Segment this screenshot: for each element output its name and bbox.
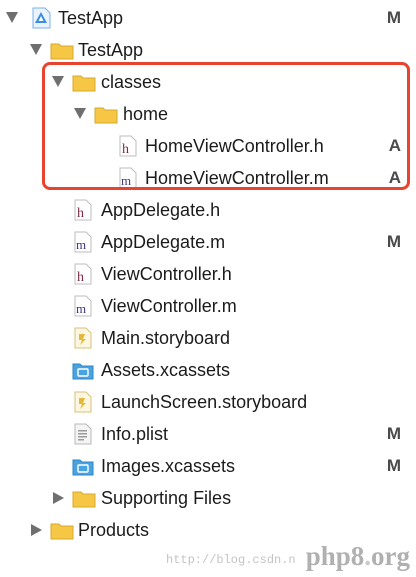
file-name: AppDelegate.m [101, 232, 226, 252]
file-letter: h [77, 270, 84, 285]
file-letter: m [76, 301, 86, 316]
m-file-icon: m [74, 295, 96, 317]
status-badge: M [386, 456, 401, 475]
disclosure-expanded-icon[interactable] [30, 44, 42, 55]
group-name: TestApp [78, 40, 144, 60]
group-name: Supporting Files [101, 488, 232, 508]
file-name: AppDelegate.h [101, 200, 221, 220]
xcode-project-icon [30, 7, 52, 29]
watermark-url: http://blog.csdn.n [166, 553, 296, 567]
disclosure-expanded-icon[interactable] [6, 12, 18, 23]
group-name: Products [78, 520, 150, 540]
tree-row-file-main-storyboard[interactable]: Main.storyboard [0, 322, 416, 354]
file-letter: m [76, 237, 86, 252]
highlight-box [42, 62, 410, 190]
asset-catalog-icon [72, 359, 94, 381]
disclosure-collapsed-icon[interactable] [53, 492, 64, 504]
watermark-brand-main: php8 [305, 541, 365, 571]
folder-icon [50, 39, 74, 61]
file-name: Assets.xcassets [101, 360, 231, 380]
asset-catalog-icon [72, 455, 94, 477]
h-file-icon: h [74, 263, 96, 285]
m-file-icon: m [74, 231, 96, 253]
file-name: ViewController.m [101, 296, 237, 316]
plist-icon [74, 423, 96, 445]
tree-row-file-appdelegate-m[interactable]: m AppDelegate.m M [0, 226, 416, 258]
tree-row-file-launchscreen[interactable]: LaunchScreen.storyboard [0, 386, 416, 418]
file-name: Images.xcassets [101, 456, 236, 476]
tree-row-group-supporting-files[interactable]: Supporting Files [0, 482, 416, 514]
watermark-logo: php8.org [306, 541, 410, 572]
storyboard-icon [74, 391, 96, 413]
tree-row-file-viewcontroller-h[interactable]: h ViewController.h [0, 258, 416, 290]
watermark-brand-dot: . [364, 541, 372, 571]
disclosure-collapsed-icon[interactable] [31, 524, 42, 536]
tree-row-file-viewcontroller-m[interactable]: m ViewController.m [0, 290, 416, 322]
watermark-brand-tld: org [371, 541, 410, 571]
project-navigator: TestApp M TestApp classes home h HomeVie… [0, 0, 416, 577]
tree-row-file-info-plist[interactable]: Info.plist M [0, 418, 416, 450]
tree-row-project[interactable]: TestApp M [0, 2, 416, 34]
file-name: Main.storyboard [101, 328, 231, 348]
file-letter: h [77, 206, 84, 221]
project-name: TestApp [58, 8, 124, 28]
tree-row-file-assets[interactable]: Assets.xcassets [0, 354, 416, 386]
status-badge: M [386, 232, 401, 251]
tree-row-file-images[interactable]: Images.xcassets M [0, 450, 416, 482]
file-name: LaunchScreen.storyboard [101, 392, 308, 412]
file-name: Info.plist [101, 424, 169, 444]
folder-icon [72, 487, 96, 509]
storyboard-icon [74, 327, 96, 349]
file-name: ViewController.h [101, 264, 232, 284]
status-badge: M [386, 8, 401, 27]
tree-row-file-appdelegate-h[interactable]: h AppDelegate.h [0, 194, 416, 226]
folder-icon [50, 519, 74, 541]
status-badge: M [386, 424, 401, 443]
h-file-icon: h [74, 199, 96, 221]
